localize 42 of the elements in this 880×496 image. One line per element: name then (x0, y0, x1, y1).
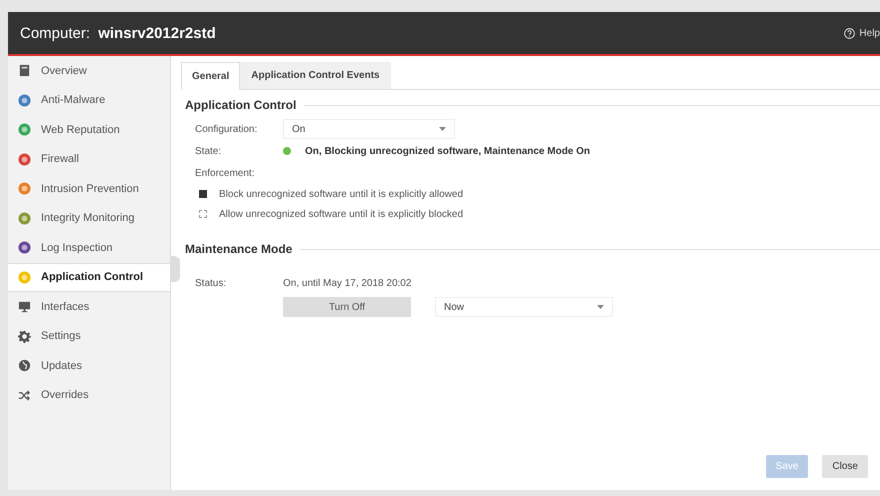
sidebar-item[interactable]: Updates (8, 351, 170, 380)
section-heading: Application Control (185, 98, 296, 112)
status-text: On, until May 17, 2018 20:02 (283, 278, 412, 288)
gear-icon (18, 330, 31, 343)
sidebar-item[interactable]: Overrides (8, 380, 170, 410)
close-button[interactable]: Close (822, 455, 868, 478)
sidebar-item[interactable]: Intrusion Prevention (8, 174, 170, 204)
status-dot (283, 147, 291, 155)
option-label: Allow unrecognized software until it is explicitly blocked (219, 208, 464, 220)
radio-button[interactable] (199, 190, 207, 198)
field-label: Configuration: (195, 124, 258, 134)
sidebar-item[interactable]: Interfaces (8, 292, 170, 322)
sidebar-item[interactable]: Log Inspection (8, 233, 170, 262)
help-icon (844, 28, 856, 38)
configuration-dropdown[interactable]: On (283, 119, 455, 139)
caret-icon (439, 127, 446, 131)
option-label: Block unrecognized software until it is explicitly allowed (219, 188, 464, 200)
tab[interactable]: General (181, 62, 240, 90)
shuffle-icon (18, 388, 31, 402)
sidebar-item[interactable]: Overview (8, 56, 170, 86)
document-icon (18, 64, 31, 78)
sidebar-item[interactable]: Application Control (8, 262, 170, 292)
field-label: Status: (195, 278, 228, 288)
monitor-icon (18, 300, 31, 314)
field-label: State: (195, 146, 222, 156)
sidebar-item[interactable]: Firewall (8, 144, 170, 174)
caret-icon (597, 305, 604, 309)
collapse-handle[interactable] (171, 256, 180, 282)
window-title: Computer: winsrv2012r2std (20, 24, 217, 42)
turn-off-button[interactable]: Turn Off (283, 297, 411, 317)
radio-button[interactable] (199, 210, 207, 218)
sidebar-item[interactable]: Anti-Malware (8, 86, 170, 115)
section-heading: Maintenance Mode (185, 242, 292, 256)
field-label: Enforcement: (195, 168, 256, 178)
tab[interactable]: Application Control Events (240, 62, 391, 89)
sidebar-item[interactable]: Settings (8, 322, 170, 351)
sidebar-item[interactable]: Integrity Monitoring (8, 204, 170, 233)
help-link[interactable]: Help (844, 28, 880, 38)
duration-dropdown[interactable]: Now (435, 297, 613, 317)
globe-icon (18, 359, 31, 372)
sidebar-item[interactable]: Web Reputation (8, 115, 170, 144)
state-text: On, Blocking unrecognized software, Maintenance Mode On (305, 146, 590, 156)
